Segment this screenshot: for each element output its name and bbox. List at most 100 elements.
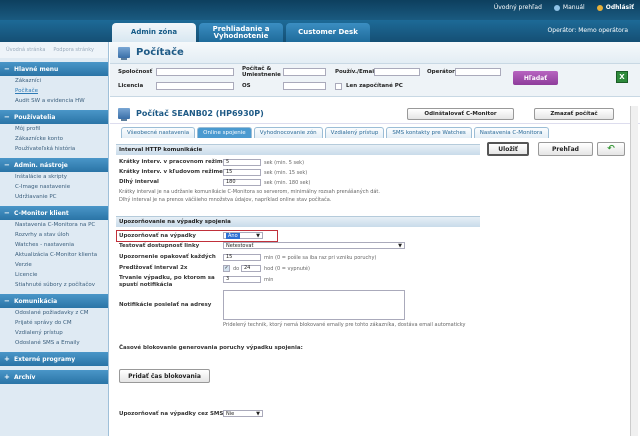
duration-label: Trvanie výpadku, po ktorom sa spustí not… [119, 275, 215, 288]
sidebar-item-cm-settings[interactable]: Nastavenia C-Monitora na PC [0, 220, 108, 230]
menu-header-users[interactable]: − Používatelia [0, 110, 108, 124]
test-line-select[interactable]: Netestovať ▼ [223, 242, 405, 249]
filter-computer-input[interactable] [283, 68, 326, 76]
expand-icon: + [4, 373, 10, 381]
power-icon [596, 4, 603, 11]
overview-link[interactable]: Úvodný prehľad [494, 4, 542, 11]
menu-users: − Používatelia Môj profil Zákaznícke kont… [0, 110, 108, 154]
tab-cmonitor-settings[interactable]: Nastavenia C-Monitora [473, 127, 549, 138]
sidebar-item-licenses[interactable]: Licencie [0, 270, 108, 280]
quick-home-link[interactable]: Úvodná stránka [6, 47, 45, 53]
search-button[interactable]: Hľadať [513, 71, 558, 85]
computer-icon [118, 47, 130, 60]
menu-header-main[interactable]: − Hlavné menu [0, 62, 108, 76]
manual-link[interactable]: Manuál [553, 4, 585, 11]
sidebar-item-computers[interactable]: Počítače [0, 86, 108, 96]
sidebar-item-watches[interactable]: Watches - nastavenia [0, 240, 108, 250]
filter-counted-checkbox[interactable] [335, 83, 342, 90]
section-outage-alerts: Upozorňovanie na výpadky spojenia [116, 216, 480, 227]
page-title: Počítače [136, 47, 184, 58]
menu-header-cmonitor[interactable]: − C-Monitor klient [0, 206, 108, 220]
filter-email-label: Použív./Email [335, 69, 377, 75]
extend-input[interactable]: 24 [241, 265, 261, 272]
collapse-icon: − [4, 113, 10, 121]
repeat-label: Upozornenie opakovať každých [119, 254, 216, 260]
filter-operator-input[interactable] [455, 68, 501, 76]
collapse-icon: − [4, 65, 10, 73]
tab-online-connection[interactable]: Online spojenie [197, 127, 252, 138]
long-interval-input[interactable]: 180 [223, 179, 261, 186]
filter-operator-label: Operátor [427, 69, 455, 75]
short-work-input[interactable]: 5 [223, 159, 261, 166]
menu-cmonitor: − C-Monitor klient Nastavenia C-Monitora … [0, 206, 108, 290]
filter-license-select[interactable] [156, 82, 234, 90]
notify-addresses-textarea[interactable] [223, 290, 405, 320]
sidebar-item-audit[interactable]: Audit SW a evidencia HW [0, 96, 108, 106]
menu-communication: − Komunikácia Odoslané požiadavky z CM Pr… [0, 294, 108, 348]
sidebar: Úvodná stránka Podpora stránky − Hlavné m… [0, 42, 109, 436]
tab-admin-zone[interactable]: Admin zóna [112, 23, 196, 42]
sidebar-item-sms-email[interactable]: Odoslané SMS a Emaily [0, 338, 108, 348]
extend-checkbox[interactable]: ✓ [223, 265, 230, 272]
sidebar-item-installs[interactable]: Inštalácie a skripty [0, 172, 108, 182]
filter-email-input[interactable] [374, 68, 420, 76]
repeat-note: min (0 = pošle sa iba raz pri vzniku por… [264, 255, 377, 261]
sidebar-item-received[interactable]: Prijaté správy do CM [0, 318, 108, 328]
delete-computer-button[interactable]: Zmazať počítač [534, 108, 614, 120]
uninstall-cmonitor-button[interactable]: Odinštalovať C-Monitor [407, 108, 514, 120]
sms-alert-label: Upozorňovať na výpadky cez SMS [119, 411, 224, 417]
sidebar-item-profile[interactable]: Môj profil [0, 124, 108, 134]
alert-enabled-label: Upozorňovať na výpadky [119, 233, 196, 239]
tab-customer-desk[interactable]: Customer Desk [286, 23, 370, 42]
back-icon[interactable]: ↶ [597, 142, 625, 156]
excel-export-icon[interactable]: X [616, 71, 628, 83]
duration-note: min [264, 277, 274, 283]
sidebar-item-user-history[interactable]: Používateľská história [0, 144, 108, 154]
filter-license-label: Licencia [118, 83, 144, 89]
overview-button[interactable]: Prehľad [538, 142, 593, 156]
logout-link[interactable]: Odhlásiť [596, 4, 634, 11]
interval-desc-1: Krátky interval je na udržanie komunikác… [119, 189, 380, 195]
tab-remote-access[interactable]: Vzdialený prístup [324, 127, 385, 138]
tab-browse-evaluation[interactable]: Prehliadanie a Vyhodnotenie [199, 23, 283, 42]
menu-header-admin-tools[interactable]: − Admin. nástroje [0, 158, 108, 172]
save-button[interactable]: Uložiť [487, 142, 529, 156]
extend-label: Predlžovať interval 2x [119, 265, 188, 271]
sidebar-item-cimage[interactable]: C-Image nastavenie [0, 182, 108, 192]
sidebar-item-versions[interactable]: Verzie [0, 260, 108, 270]
duration-input[interactable]: 3 [223, 276, 261, 283]
filter-company-input[interactable] [156, 68, 234, 76]
menu-admin-tools: − Admin. nástroje Inštalácie a skripty C-… [0, 158, 108, 202]
tab-general-settings[interactable]: Všeobecné nastavenia [121, 127, 196, 138]
extend-to-label: do [233, 266, 240, 272]
sidebar-item-customers[interactable]: Zákazníci [0, 76, 108, 86]
short-idle-input[interactable]: 15 [223, 169, 261, 176]
menu-header-communication[interactable]: − Komunikácia [0, 294, 108, 308]
sidebar-item-sent-requests[interactable]: Odoslané požiadavky z CM [0, 308, 108, 318]
tab-sms-contacts[interactable]: SMS kontakty pre Watches [386, 127, 472, 138]
sidebar-item-downloads[interactable]: Stiahnuté súbory z počítačov [0, 280, 108, 290]
alert-enabled-select[interactable]: Áno ▼ [223, 232, 263, 239]
operator-label: Operátor: Memo operátora [547, 27, 628, 34]
menu-header-archive[interactable]: + Archív [0, 370, 108, 384]
tab-zone-evaluation[interactable]: Vyhodnocovanie zón [253, 127, 323, 138]
extend-note: hod (0 = vypnuté) [264, 266, 310, 272]
filter-os-select[interactable] [283, 82, 326, 90]
dropdown-arrow-icon: ▼ [256, 232, 260, 239]
expand-icon: + [4, 355, 10, 363]
menu-header-external[interactable]: + Externé programy [0, 352, 108, 366]
sidebar-item-customer-account[interactable]: Zákaznícke konto [0, 134, 108, 144]
add-blocking-button[interactable]: Pridať čas blokovania [119, 369, 210, 383]
filter-panel: Spoločnosť Počítač & Umiestnenie Použív.… [110, 64, 640, 97]
repeat-input[interactable]: 15 [223, 254, 261, 261]
filter-os-label: OS [242, 83, 251, 89]
main-area: Počítače Spoločnosť Počítač & Umiestneni… [110, 42, 640, 436]
sidebar-item-remote[interactable]: Vzdialený prístup [0, 328, 108, 338]
sidebar-item-maintenance[interactable]: Udržiavanie PC [0, 192, 108, 202]
sms-alert-select[interactable]: Nie ▼ [223, 410, 263, 417]
scrollbar[interactable] [630, 106, 638, 436]
notify-addresses-label: Notifikácie posielať na adresy [119, 302, 212, 308]
sidebar-item-update[interactable]: Aktualizácia C-Monitor klienta [0, 250, 108, 260]
quick-support-link[interactable]: Podpora stránky [53, 47, 94, 53]
sidebar-item-schedules[interactable]: Rozvrhy a stav úloh [0, 230, 108, 240]
